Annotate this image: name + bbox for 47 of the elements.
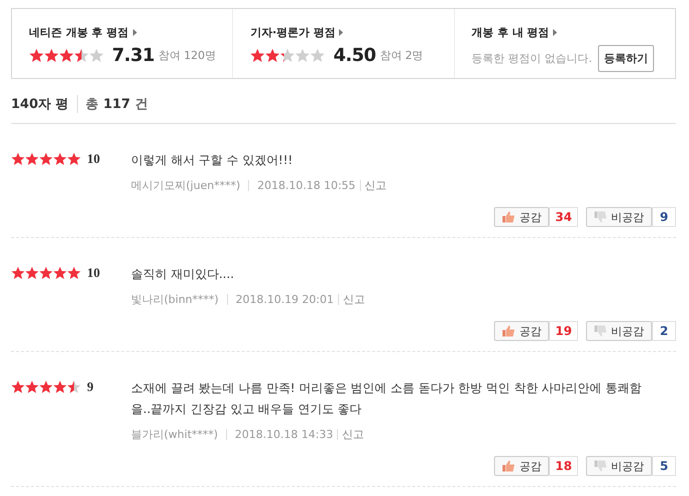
thumbs-down-icon xyxy=(594,325,607,337)
thumbs-down-icon xyxy=(594,211,607,223)
review-score: 10 xyxy=(87,265,100,281)
like-count: 18 xyxy=(549,456,578,476)
caret-icon xyxy=(553,29,558,36)
review-text: 소재에 끌려 봤는데 나름 만족! 머리좋은 범인에 소름 돋다가 한방 먹인 착한 사마리안에 통쾌함을..끝까지 긴장감 있고 배우들 연기도 좋다 xyxy=(131,380,642,418)
dislike-button[interactable]: 비공감 xyxy=(586,207,652,227)
review-score: 9 xyxy=(87,379,94,395)
author-name: 빛나리(binn****) xyxy=(131,292,219,307)
author-name: 메시기모찌(juen****) xyxy=(131,178,240,193)
review-score: 10 xyxy=(87,151,100,167)
participant-count: 참여 120명 xyxy=(158,48,216,63)
report-link[interactable]: 신고 xyxy=(342,427,364,442)
dislike-count: 2 xyxy=(652,321,676,341)
average-score: 7.31 xyxy=(112,45,154,66)
review-date: 2018.10.19 20:01 xyxy=(236,293,334,306)
caret-icon xyxy=(339,29,344,36)
dislike-count: 9 xyxy=(652,207,676,227)
review-date: 2018.10.18 14:33 xyxy=(234,428,334,441)
participant-count: 참여 2명 xyxy=(380,48,424,63)
thumbs-up-icon xyxy=(502,325,516,337)
like-button[interactable]: 공감 xyxy=(494,321,550,341)
dislike-button[interactable]: 비공감 xyxy=(586,321,652,341)
register-button[interactable]: 등록하기 xyxy=(598,45,654,72)
thumbs-up-icon xyxy=(502,211,516,223)
like-count: 34 xyxy=(549,207,578,227)
like-button[interactable]: 공감 xyxy=(494,456,550,476)
review-text: 솔직히 재미있다.... xyxy=(131,266,236,283)
report-link[interactable]: 신고 xyxy=(342,292,365,307)
average-score: 4.50 xyxy=(333,45,376,66)
caret-icon xyxy=(132,29,136,36)
section-title[interactable]: 개봉 후 내 평점 xyxy=(472,25,550,40)
author-name: 블가리(whit****) xyxy=(131,427,218,442)
like-count: 19 xyxy=(549,321,578,341)
review-date: 2018.10.18 10:55 xyxy=(257,179,356,192)
total-count: 총 117 건 xyxy=(76,95,148,113)
review-text: 이렇게 해서 구할 수 있겠어!!! xyxy=(131,152,294,169)
like-button[interactable]: 공감 xyxy=(494,207,550,227)
dislike-button[interactable]: 비공감 xyxy=(586,456,652,476)
list-title: 140자 평 xyxy=(11,96,69,113)
report-link[interactable]: 신고 xyxy=(364,178,387,193)
thumbs-up-icon xyxy=(502,460,516,472)
dislike-count: 5 xyxy=(652,456,676,476)
section-title[interactable]: 네티즌 개봉 후 평점 xyxy=(29,25,128,40)
empty-message: 등록한 평점이 없습니다. xyxy=(472,51,592,66)
thumbs-down-icon xyxy=(594,460,607,472)
section-title[interactable]: 기자·평론가 평점 xyxy=(250,25,336,40)
